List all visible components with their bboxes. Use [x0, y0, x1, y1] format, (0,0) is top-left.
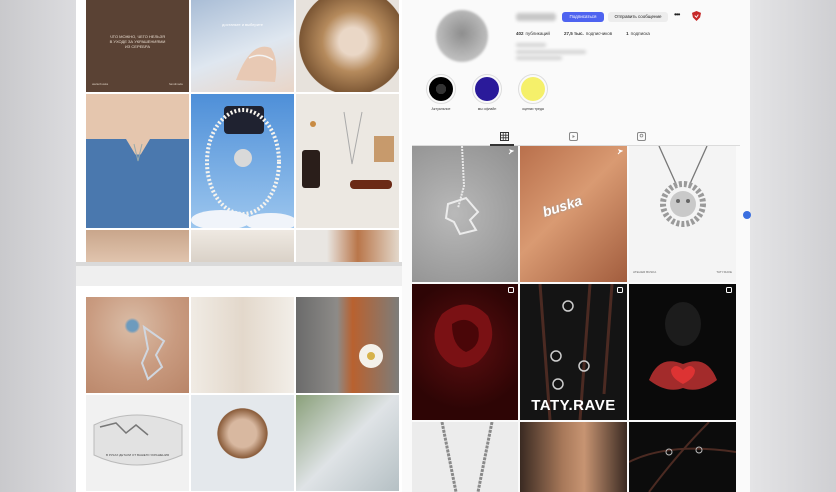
sun-pendant-art	[658, 146, 708, 227]
heart-hands-art	[649, 302, 717, 390]
highlight-label: мы офлайн	[477, 107, 497, 111]
highlight-cover	[429, 77, 453, 101]
eye-earring-art	[140, 324, 166, 381]
message-button[interactable]: Отправить сообщение	[608, 12, 668, 22]
post-tile-eye-earring[interactable]	[86, 297, 189, 393]
highlight-offline[interactable]: мы офлайн	[467, 74, 507, 111]
sun-caption-right: TATY.RAVE	[716, 270, 732, 274]
screenshot-divider	[76, 262, 402, 286]
crochet-pattern	[86, 139, 189, 228]
flatlay-art	[302, 111, 394, 189]
post-red-rose[interactable]	[412, 284, 518, 420]
hand-illustration	[236, 46, 277, 82]
left-feed-screenshots: ЧТО МОЖНО, ЧЕГО НЕЛЬЗЯ В УХОДЕ ЗА УКРАШЕ…	[76, 0, 402, 492]
post-silver-chain[interactable]	[412, 422, 518, 492]
ring-tile-text: В РУКАХ ДЕТАЛИ ОТ ВАШЕГО УКРАШЕНИЯ	[106, 453, 170, 457]
post-tile-short-hair-woman[interactable]	[191, 395, 294, 491]
care-guide-line-3: ИЗ СЕРЕБРА	[125, 44, 150, 49]
left-grid-top: ЧТО МОЖНО, ЧЕГО НЕЛЬЗЯ В УХОДЕ ЗА УКРАШЕ…	[86, 0, 399, 264]
verified-shield-icon	[692, 11, 701, 21]
bracelet-text: достаньте и выберите	[222, 22, 263, 27]
follow-button[interactable]: Подписаться	[562, 12, 604, 22]
pin-icon	[508, 149, 514, 155]
post-tile-white-shirt[interactable]	[191, 230, 294, 264]
profile-screenshot: Подписаться Отправить сообщение ••• 402 п…	[402, 0, 750, 492]
bio-line-blurred	[516, 56, 562, 60]
pin-icon	[617, 149, 623, 155]
buska-word: buska	[540, 192, 584, 220]
pearl-necklace-art	[191, 106, 294, 228]
post-tile-brow[interactable]	[86, 230, 189, 264]
stat-followers[interactable]: 27,5 тыс. подписчиков	[564, 31, 612, 36]
post-tile-linen-shirt[interactable]	[191, 297, 294, 393]
background-blur-left	[0, 0, 76, 492]
chain-pendant-art	[444, 146, 480, 236]
bio-line-blurred	[516, 50, 586, 54]
post-tile-curly-portrait[interactable]	[296, 0, 399, 92]
post-tile-bracelet-hand[interactable]: достаньте и выберите	[191, 0, 294, 92]
scroll-indicator-icon[interactable]	[743, 211, 751, 219]
left-grid-bottom: В РУКАХ ДЕТАЛИ ОТ ВАШЕГО УКРАШЕНИЯ	[86, 297, 399, 491]
post-tile-bearded-man[interactable]	[296, 297, 399, 393]
flower-art	[359, 344, 383, 368]
stat-posts[interactable]: 402 публикаций	[516, 31, 550, 36]
post-tile-pearl-necklace-sky[interactable]	[191, 94, 294, 228]
thorn-branch-art	[629, 422, 736, 492]
reels-icon[interactable]	[569, 132, 578, 141]
post-thorn-rings[interactable]: TATY.RAVE	[520, 284, 627, 420]
post-tile-crochet-top[interactable]	[86, 94, 189, 228]
post-tile-care-guide[interactable]: ЧТО МОЖНО, ЧЕГО НЕЛЬЗЯ В УХОДЕ ЗА УКРАШЕ…	[86, 0, 189, 92]
profile-stats: 402 публикаций 27,5 тыс. подписчиков 1 подп…	[516, 31, 650, 36]
profile-avatar[interactable]	[436, 10, 488, 62]
ring-art	[93, 414, 183, 466]
reel-icon	[726, 287, 732, 293]
post-sun-pendant[interactable]: ATELIER BUSKA TATY.RAVE	[629, 146, 736, 282]
stat-following[interactable]: 1 подписка	[626, 31, 650, 36]
reel-icon	[508, 287, 514, 293]
highlight-reviews[interactable]: оценки треда	[513, 74, 553, 111]
highlight-label: Актуальное	[431, 107, 451, 111]
highlight-label: оценки треда	[522, 107, 544, 111]
more-options-icon[interactable]: •••	[674, 10, 680, 19]
post-tile-window-hand[interactable]	[296, 395, 399, 491]
post-heart-hands[interactable]	[629, 284, 736, 420]
highlight-cover	[475, 77, 499, 101]
tagged-icon[interactable]	[637, 132, 646, 141]
sun-caption-left: ATELIER BUSKA	[633, 270, 657, 274]
post-mustache-man[interactable]	[520, 422, 627, 492]
highlight-actual[interactable]: Актуальное	[421, 74, 461, 111]
post-buska-fingers[interactable]: buska	[520, 146, 627, 282]
reel-icon	[617, 287, 623, 293]
bio-line-blurred	[516, 43, 546, 47]
posts-grid: buska ATELIER BUSKA TATY.RAVE TATY.RAVE	[412, 146, 736, 492]
highlight-cover	[521, 77, 545, 101]
post-tile-ginger-man[interactable]	[296, 230, 399, 264]
post-tile-flatlay[interactable]	[296, 94, 399, 228]
tatyrave-title: TATY.RAVE	[531, 397, 616, 414]
username-blurred	[516, 13, 556, 21]
silver-chain-art	[440, 422, 494, 492]
post-chain-pendant[interactable]	[412, 146, 518, 282]
background-blur-right	[750, 0, 836, 492]
rose-art	[434, 304, 493, 368]
care-guide-footer-left: atelierbuska	[92, 82, 109, 86]
grid-icon[interactable]	[500, 132, 509, 141]
post-tile-ring-box[interactable]: В РУКАХ ДЕТАЛИ ОТ ВАШЕГО УКРАШЕНИЯ	[86, 395, 189, 491]
care-guide-footer-right: handmade	[168, 82, 183, 86]
post-thorn-branches[interactable]	[629, 422, 736, 492]
